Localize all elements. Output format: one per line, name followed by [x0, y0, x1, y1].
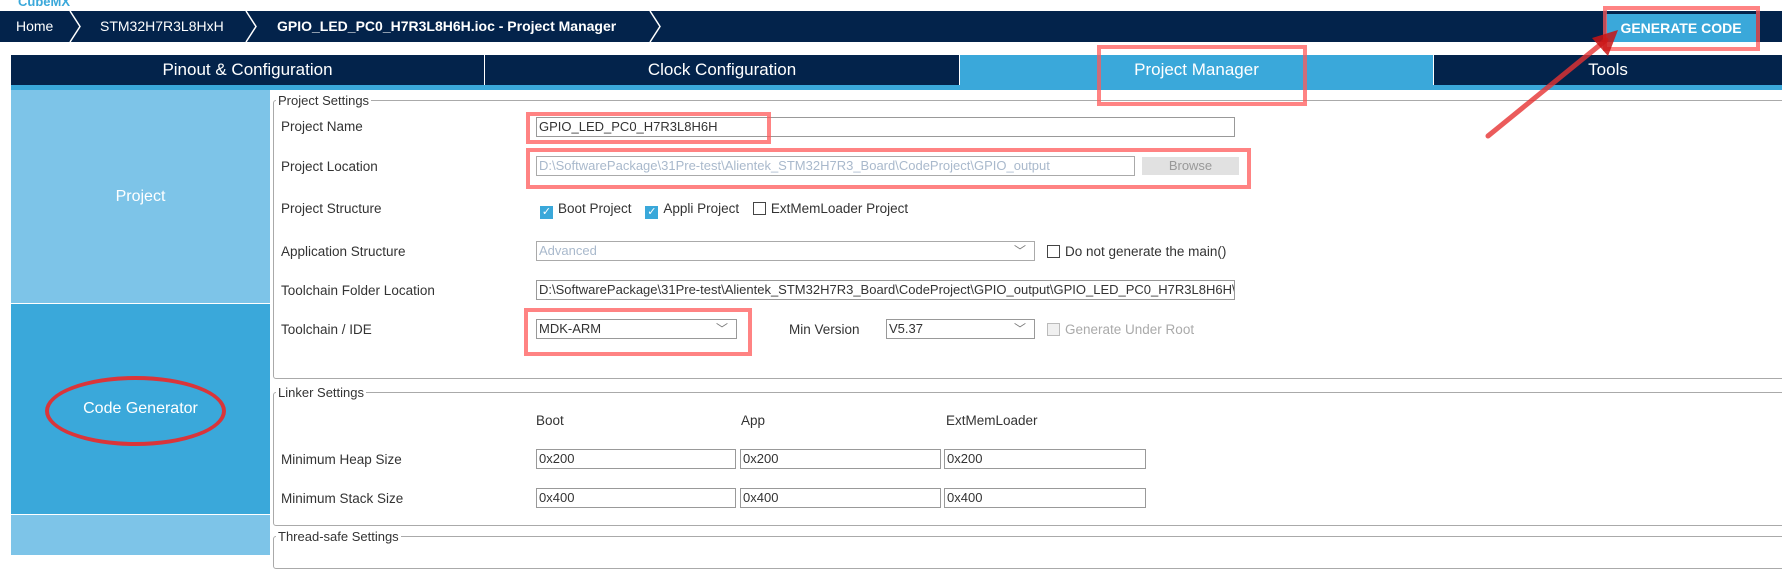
- annotation-box: [526, 112, 771, 144]
- select-value: V5.37: [889, 321, 923, 336]
- checkbox-box: [752, 202, 766, 215]
- do-not-generate-main-checkbox[interactable]: Do not generate the main(): [1047, 244, 1226, 259]
- annotation-box: [524, 308, 752, 356]
- generate-under-root-checkbox[interactable]: Generate Under Root: [1047, 322, 1194, 337]
- checkbox-label: Do not generate the main(): [1065, 244, 1227, 259]
- project-structure-label: Project Structure: [281, 201, 382, 216]
- sidebar-item-label: Project: [115, 187, 166, 205]
- project-structure-options: ✓ Boot Project ✓ Appli Project ExtMemLoade…: [540, 201, 908, 219]
- min-stack-label: Minimum Stack Size: [281, 491, 404, 506]
- checkbox-box: [1047, 323, 1060, 336]
- heap-boot-input[interactable]: 0x200: [536, 449, 736, 469]
- annotation-ellipse: [45, 376, 226, 446]
- chevron-right-icon: [69, 11, 81, 42]
- min-heap-label: Minimum Heap Size: [281, 452, 402, 467]
- chevron-right-icon: [649, 11, 661, 42]
- group-title: Project Settings: [278, 93, 370, 108]
- annotation-arrow-icon: [1485, 30, 1618, 139]
- tab-pinout-configuration[interactable]: Pinout & Configuration: [11, 55, 485, 85]
- chevron-down-icon: ﹀: [1013, 244, 1026, 258]
- checkbox-label: Boot Project: [558, 201, 632, 216]
- column-app: App: [741, 413, 766, 428]
- sidebar-item-project[interactable]: Project: [11, 90, 270, 303]
- column-extmemloader: ExtMemLoader: [946, 413, 1038, 428]
- group-title: Linker Settings: [278, 385, 364, 400]
- select-value: Advanced: [539, 243, 597, 258]
- check-icon: ✓: [540, 206, 553, 219]
- breadcrumb-project[interactable]: GPIO_LED_PC0_H7R3L8H6H.ioc - Project Man…: [277, 11, 616, 42]
- stack-app-input[interactable]: 0x400: [740, 488, 941, 508]
- annotation-box: [526, 148, 1251, 189]
- sidebar-item-advanced[interactable]: [11, 515, 270, 555]
- toolchain-ide-label: Toolchain / IDE: [281, 322, 372, 337]
- breadcrumb-home[interactable]: Home: [16, 11, 53, 42]
- breadcrumb-mcu[interactable]: STM32H7R3L8HxH: [100, 11, 224, 42]
- checkbox-box: [1047, 245, 1060, 258]
- column-boot: Boot: [536, 413, 564, 428]
- project-location-label: Project Location: [281, 159, 378, 174]
- heap-app-input[interactable]: 0x200: [740, 449, 941, 469]
- group-title: Thread-safe Settings: [278, 529, 399, 544]
- min-version-label: Min Version: [789, 322, 860, 337]
- tab-clock-configuration[interactable]: Clock Configuration: [485, 55, 960, 85]
- toolchain-folder-input[interactable]: D:\SoftwarePackage\31Pre-test\Alientek_S…: [536, 280, 1235, 300]
- checkbox-label: Generate Under Root: [1065, 322, 1195, 337]
- chevron-down-icon: ﹀: [1013, 322, 1026, 336]
- thread-safe-settings-group: Thread-safe Settings: [273, 529, 1782, 569]
- stack-boot-input[interactable]: 0x400: [536, 488, 736, 508]
- boot-project-checkbox[interactable]: ✓ Boot Project: [540, 201, 632, 219]
- checkbox-label: ExtMemLoader Project: [770, 201, 909, 216]
- stack-extmemloader-input[interactable]: 0x400: [944, 488, 1146, 508]
- chevron-right-icon: [245, 11, 257, 42]
- toolchain-folder-label: Toolchain Folder Location: [281, 283, 435, 298]
- check-icon: ✓: [645, 206, 659, 219]
- min-version-select[interactable]: V5.37 ﹀: [886, 319, 1035, 339]
- extmemloader-project-checkbox[interactable]: ExtMemLoader Project: [752, 201, 909, 216]
- heap-extmemloader-input[interactable]: 0x200: [944, 449, 1146, 469]
- appli-project-checkbox[interactable]: ✓ Appli Project: [645, 201, 740, 219]
- application-structure-select[interactable]: Advanced ﹀: [536, 241, 1035, 261]
- project-name-label: Project Name: [281, 119, 363, 134]
- cubemx-logo: CubeMX: [18, 0, 70, 9]
- checkbox-label: Appli Project: [663, 201, 740, 216]
- application-structure-label: Application Structure: [281, 244, 406, 259]
- annotation-box: [1097, 45, 1307, 106]
